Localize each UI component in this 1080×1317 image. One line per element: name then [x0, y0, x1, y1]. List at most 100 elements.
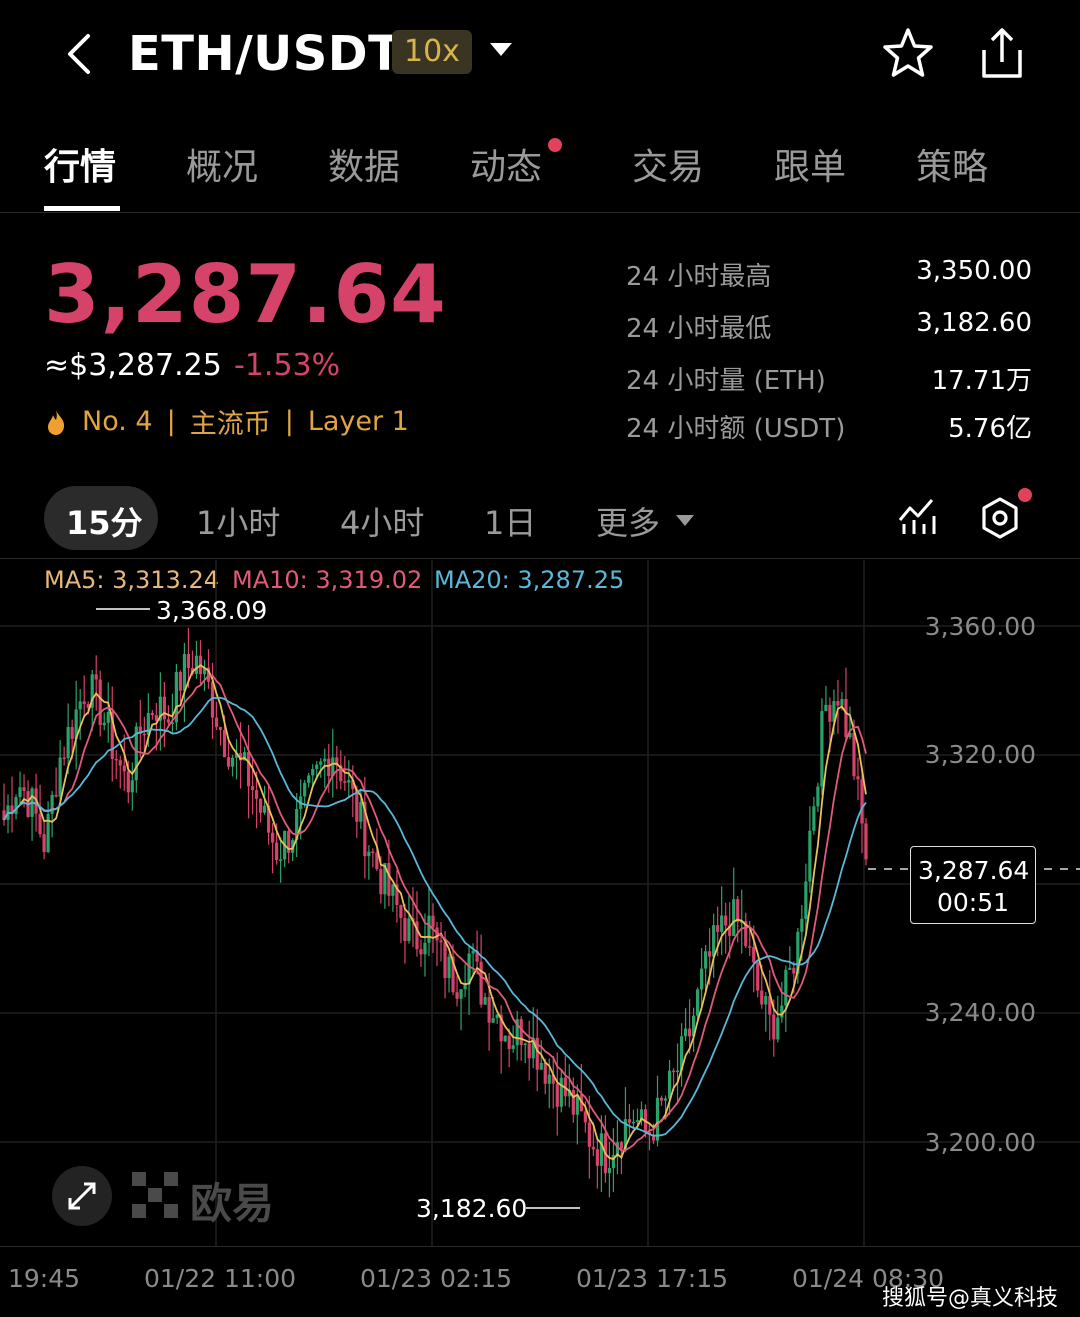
candle-body: [780, 1005, 784, 1018]
candle-body: [856, 776, 860, 780]
stat-value-turnover: 5.76亿: [948, 414, 1032, 444]
tag-separator: |: [166, 406, 176, 437]
candle-body: [840, 698, 844, 706]
candle-body: [142, 733, 146, 736]
candle-body: [186, 654, 191, 668]
timeframe-more[interactable]: 更多: [596, 498, 660, 544]
candle-body: [591, 1146, 595, 1150]
tag-separator: |: [284, 406, 294, 437]
tab-feed[interactable]: 动态: [470, 138, 542, 190]
candle-body: [816, 786, 820, 807]
leverage-badge[interactable]: 10x: [392, 30, 472, 74]
candle-body: [511, 1045, 515, 1049]
tab-copy-trading[interactable]: 跟单: [774, 138, 846, 190]
timeframe-1h[interactable]: 1小时: [196, 498, 280, 544]
high-marker-label: 3,368.09: [156, 596, 268, 625]
back-arrow-icon[interactable]: [60, 28, 100, 80]
candle-body: [539, 1062, 543, 1070]
candle-body: [671, 1070, 676, 1073]
candle-body: [279, 859, 283, 861]
candle-body: [523, 1043, 527, 1045]
candle-body: [263, 805, 267, 813]
tab-strategy[interactable]: 策略: [916, 138, 988, 190]
candle-body: [359, 801, 363, 822]
candle-body: [776, 1017, 780, 1040]
candle-body: [403, 917, 407, 941]
candle-body: [852, 733, 856, 777]
candle-body: [483, 997, 487, 1005]
candle-body: [42, 834, 46, 853]
candle-body: [836, 701, 840, 706]
x-axis-label: 01/22 11:00: [144, 1264, 297, 1293]
candle-body: [471, 950, 475, 954]
candle-body: [254, 790, 259, 799]
candle-body: [218, 726, 223, 730]
candle-body: [18, 787, 22, 798]
candle-body: [635, 1120, 640, 1122]
candle-body: [708, 951, 712, 957]
candle-body: [716, 925, 720, 932]
stat-label-volume: 24 小时量 (ETH): [626, 366, 826, 396]
candle-body: [687, 1028, 692, 1037]
candle-body: [58, 757, 62, 797]
category-tag[interactable]: 主流币: [190, 402, 271, 441]
favorite-star-icon[interactable]: [880, 26, 936, 82]
timeframe-4h[interactable]: 4小时: [340, 498, 424, 544]
candle-body: [696, 989, 700, 1016]
candle-body: [800, 918, 804, 932]
settings-notification-dot: [1018, 488, 1032, 502]
stat-value-high: 3,350.00: [916, 256, 1032, 286]
candle-body: [399, 904, 403, 918]
candle-body: [182, 654, 187, 691]
y-axis-label: 3,360.00: [924, 612, 1036, 641]
x-axis-label: 01/23 17:15: [576, 1264, 729, 1293]
candle-body: [94, 674, 98, 680]
fullscreen-button[interactable]: [52, 1166, 112, 1226]
tab-overview[interactable]: 概况: [186, 138, 258, 190]
candle-body: [455, 992, 459, 999]
candle-body: [824, 704, 828, 712]
candle-body: [222, 729, 227, 758]
tab-market[interactable]: 行情: [44, 138, 116, 190]
candle-body: [772, 1014, 776, 1040]
stat-label-high: 24 小时最高: [626, 262, 772, 292]
timeframe-15m[interactable]: 15分: [66, 498, 143, 544]
candle-body: [439, 940, 443, 943]
candle-body: [784, 969, 788, 1006]
candle-body: [427, 915, 431, 943]
candle-body: [98, 679, 102, 726]
candle-body: [327, 758, 331, 777]
candle-body: [371, 851, 375, 854]
trading-pair-title[interactable]: ETH/USDT: [128, 26, 401, 82]
pair-dropdown-icon[interactable]: [488, 40, 514, 60]
indicator-icon[interactable]: [896, 494, 938, 538]
chart-settings-icon[interactable]: [978, 496, 1022, 540]
candle-body: [732, 899, 736, 936]
candle-body: [752, 946, 756, 963]
share-icon[interactable]: [974, 24, 1030, 82]
tab-trade[interactable]: 交易: [632, 138, 704, 190]
candle-body: [14, 797, 18, 815]
notification-dot: [548, 138, 562, 152]
layer-tag[interactable]: Layer 1: [308, 406, 409, 437]
brand-watermark: 欧易: [190, 1179, 275, 1228]
candle-body: [443, 942, 447, 979]
candle-body: [860, 779, 864, 824]
candle-body: [764, 996, 768, 1005]
x-axis-label: 19:45: [8, 1264, 81, 1293]
usd-equivalent: ≈$3,287.25: [44, 348, 222, 383]
candle-body: [655, 1097, 660, 1141]
candle-body: [130, 780, 134, 793]
divider: [0, 212, 1080, 213]
candle-body: [808, 830, 812, 882]
candle-body: [792, 967, 796, 974]
candle-body: [150, 712, 154, 716]
rank-tag[interactable]: No. 4: [82, 406, 153, 437]
more-dropdown-icon[interactable]: [674, 512, 696, 528]
y-axis-label: 3,240.00: [924, 998, 1036, 1027]
timeframe-1d[interactable]: 1日: [484, 498, 536, 544]
candle-body: [844, 698, 848, 738]
candle-body: [627, 1119, 632, 1123]
tab-data[interactable]: 数据: [328, 138, 400, 190]
divider: [0, 1246, 1080, 1247]
